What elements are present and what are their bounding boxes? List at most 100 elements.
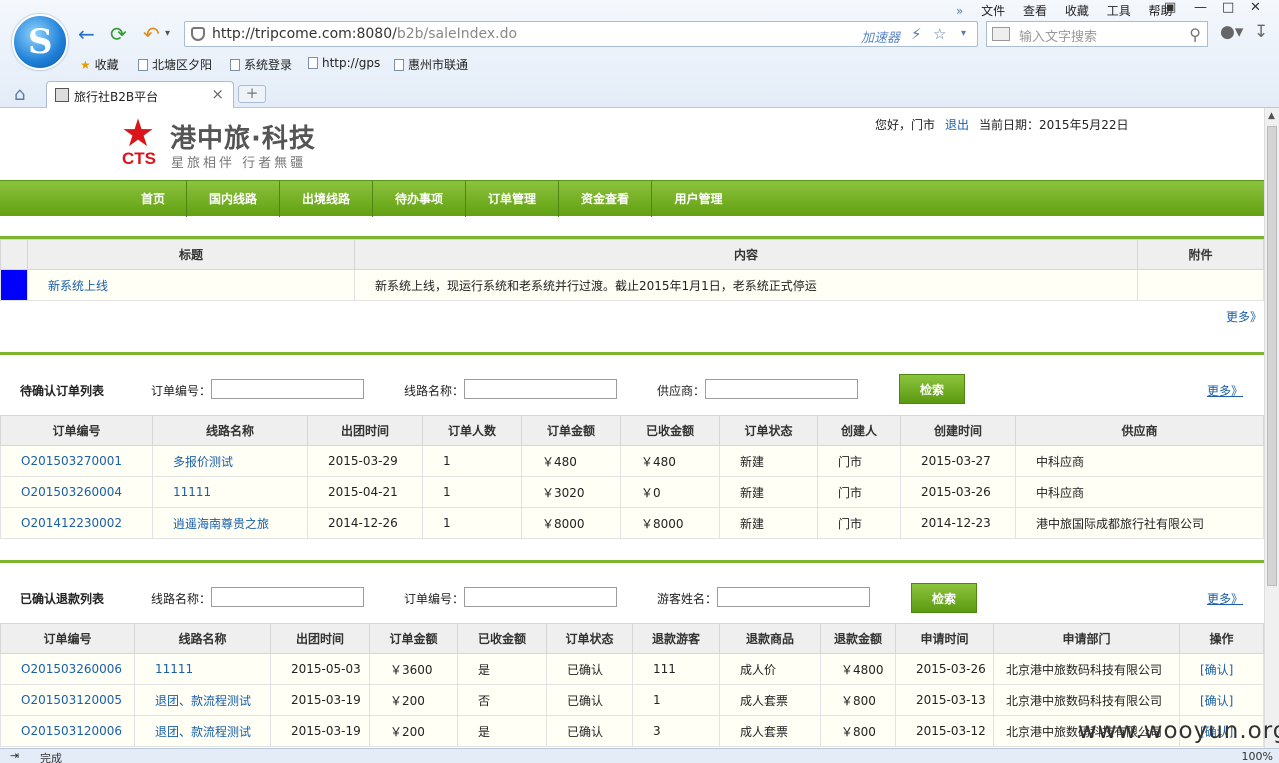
table-header-row: 订单编号 线路名称 出团时间 订单人数 订单金额 已收金额 订单状态 创建人 创…	[0, 415, 1264, 446]
table-row: O201503120006 退团、款流程测试 2015-03-19 ￥200 是…	[0, 715, 1264, 747]
nav-users[interactable]: 用户管理	[652, 181, 745, 217]
refund-table: 订单编号 线路名称 出团时间 订单金额 已收金额 订单状态 退款游客 退款商品 …	[0, 623, 1264, 747]
pending-more-link[interactable]: 更多》	[1207, 382, 1243, 399]
nav-orders[interactable]: 订单管理	[466, 181, 559, 217]
watermark-text: www.wooyun.org	[1078, 718, 1279, 744]
order-no-input[interactable]	[211, 379, 364, 399]
search-box[interactable]: 输入文字搜索 ⚲	[986, 21, 1208, 47]
nav-outbound[interactable]: 出境线路	[280, 181, 373, 217]
order-no-link[interactable]: O201503120006	[21, 724, 122, 738]
address-url[interactable]: http://tripcome.com:8080/b2b/saleIndex.d…	[212, 26, 517, 42]
refund-search-button[interactable]: 检索	[911, 583, 977, 613]
bookmark-beitang[interactable]: 北塘区夕阳	[138, 56, 212, 73]
notice-more-link[interactable]: 更多》	[1226, 308, 1262, 325]
vertical-scrollbar[interactable]: ▲	[1264, 108, 1279, 748]
refresh-icon[interactable]: ⟳	[110, 22, 127, 46]
lightning-icon[interactable]: ⚡	[911, 25, 922, 43]
table-row: O201503120005 退团、款流程测试 2015-03-19 ￥200 否…	[0, 684, 1264, 716]
route-link[interactable]: 多报价测试	[173, 455, 233, 469]
table-row: O201412230002 逍遥海南尊贵之旅 2014-12-26 1 ￥800…	[0, 507, 1264, 539]
tourist-name-input[interactable]	[717, 587, 870, 607]
search-icon[interactable]: ⚲	[1189, 25, 1201, 44]
nav-funds[interactable]: 资金查看	[559, 181, 652, 217]
order-no-link[interactable]: O201503260004	[21, 485, 122, 499]
favorites-star-icon: ★	[80, 58, 91, 72]
page-content: ★ CTS 港中旅·科技 星旅相伴 行者無疆 您好，门市 退出 当前日期：2015年…	[0, 108, 1264, 748]
route-name-input[interactable]	[464, 379, 617, 399]
scroll-thumb[interactable]	[1267, 126, 1277, 586]
cts-logo-text: CTS	[122, 149, 156, 168]
zoom-level[interactable]: 100%	[1242, 750, 1273, 763]
more-chevron-icon[interactable]: »	[956, 4, 963, 18]
close-window-icon[interactable]: ✕	[1250, 0, 1261, 15]
refund-route-input[interactable]	[211, 587, 364, 607]
table-row: 新系统上线 新系统上线，现运行系统和老系统并行过渡。截止2015年1月1日，老系…	[0, 269, 1264, 301]
logout-link[interactable]: 退出	[945, 118, 969, 132]
route-link[interactable]: 11111	[173, 485, 211, 499]
brand-name: 港中旅·科技	[170, 124, 316, 154]
minimize-icon[interactable]: —	[1194, 0, 1207, 15]
star-icon[interactable]: ☆	[933, 25, 946, 43]
menu-view[interactable]: 查看	[1023, 4, 1047, 18]
browser-logo-icon[interactable]: S	[12, 14, 68, 70]
page-icon	[230, 59, 240, 71]
page-icon	[394, 59, 404, 71]
scroll-up-icon[interactable]: ▲	[1268, 111, 1275, 121]
home-icon[interactable]: ⌂	[14, 84, 25, 105]
section-divider	[0, 560, 1264, 563]
status-arrow-icon[interactable]: ⇥	[10, 749, 19, 762]
route-link[interactable]: 11111	[155, 662, 193, 676]
refund-order-input[interactable]	[464, 587, 617, 607]
route-link[interactable]: 逍遥海南尊贵之旅	[173, 517, 269, 531]
page-icon	[308, 57, 318, 69]
nav-home[interactable]: 首页	[120, 181, 187, 217]
table-row: O201503260004 11111 2015-04-21 1 ￥3020 ￥…	[0, 476, 1264, 508]
bookmark-unicom[interactable]: 惠州市联通	[394, 56, 468, 73]
route-link[interactable]: 退团、款流程测试	[155, 725, 251, 739]
search-input[interactable]: 输入文字搜索	[1019, 26, 1097, 45]
order-no-link[interactable]: O201503270001	[21, 454, 122, 468]
table-header-row: 标题 内容 附件	[0, 239, 1264, 270]
address-bar[interactable]: http://tripcome.com:8080/b2b/saleIndex.d…	[184, 21, 978, 47]
supplier-input[interactable]	[705, 379, 858, 399]
download-icon[interactable]: ↧	[1254, 22, 1268, 42]
new-tab-button[interactable]: +	[238, 85, 266, 103]
menu-file[interactable]: 文件	[981, 4, 1005, 18]
main-nav: 首页 国内线路 出境线路 待办事项 订单管理 资金查看 用户管理	[0, 180, 1264, 217]
browser-chrome: S ← ⟳ ↶ ▾ http://tripcome.com:8080/b2b/s…	[0, 0, 1279, 108]
menu-tools[interactable]: 工具	[1107, 4, 1131, 18]
notice-content: 新系统上线，现运行系统和老系统并行过渡。截止2015年1月1日，老系统正式停运	[354, 269, 1138, 301]
bookmark-login[interactable]: 系统登录	[230, 56, 292, 73]
address-dropdown-icon[interactable]: ▾	[961, 28, 966, 39]
table-row: O201503270001 多报价测试 2015-03-29 1 ￥480 ￥4…	[0, 445, 1264, 477]
accelerator-button[interactable]: 加速器	[861, 27, 900, 46]
order-no-link[interactable]: O201503120005	[21, 693, 122, 707]
confirm-link[interactable]: [确认]	[1200, 694, 1233, 708]
dots-menu-icon[interactable]: ●▾	[1220, 22, 1243, 42]
status-text: 完成	[40, 752, 62, 763]
back-arrow-icon[interactable]: ←	[78, 22, 95, 46]
current-date: 当前日期：2015年5月22日	[979, 118, 1129, 132]
undo-icon[interactable]: ↶	[143, 22, 160, 46]
table-header-row: 订单编号 线路名称 出团时间 订单金额 已收金额 订单状态 退款游客 退款商品 …	[0, 623, 1264, 654]
status-bar: ⇥ 完成 100%	[0, 748, 1279, 763]
nav-todo[interactable]: 待办事项	[373, 181, 466, 217]
nav-domestic[interactable]: 国内线路	[187, 181, 280, 217]
tab-close-icon[interactable]: ×	[211, 85, 224, 103]
notice-title-link[interactable]: 新系统上线	[48, 279, 108, 293]
refund-more-link[interactable]: 更多》	[1207, 590, 1243, 607]
undo-dropdown-icon[interactable]: ▾	[165, 22, 170, 46]
bookmark-gps[interactable]: http://gps	[308, 56, 380, 70]
maximize-icon[interactable]: □	[1222, 0, 1234, 15]
confirm-link[interactable]: [确认]	[1200, 663, 1233, 677]
brand-slogan: 星旅相伴 行者無疆	[171, 156, 307, 171]
route-link[interactable]: 退团、款流程测试	[155, 694, 251, 708]
menu-favorites[interactable]: 收藏	[1065, 4, 1089, 18]
greeting: 您好，门市	[875, 118, 936, 132]
pending-search-button[interactable]: 检索	[899, 374, 965, 404]
bookmark-favorites[interactable]: ★ 收藏	[80, 56, 119, 73]
tab-b2b[interactable]: 旅行社B2B平台 ×	[46, 81, 234, 108]
order-no-link[interactable]: O201412230002	[21, 516, 122, 530]
skin-icon[interactable]: ▣	[1164, 0, 1176, 15]
order-no-link[interactable]: O201503260006	[21, 662, 122, 676]
